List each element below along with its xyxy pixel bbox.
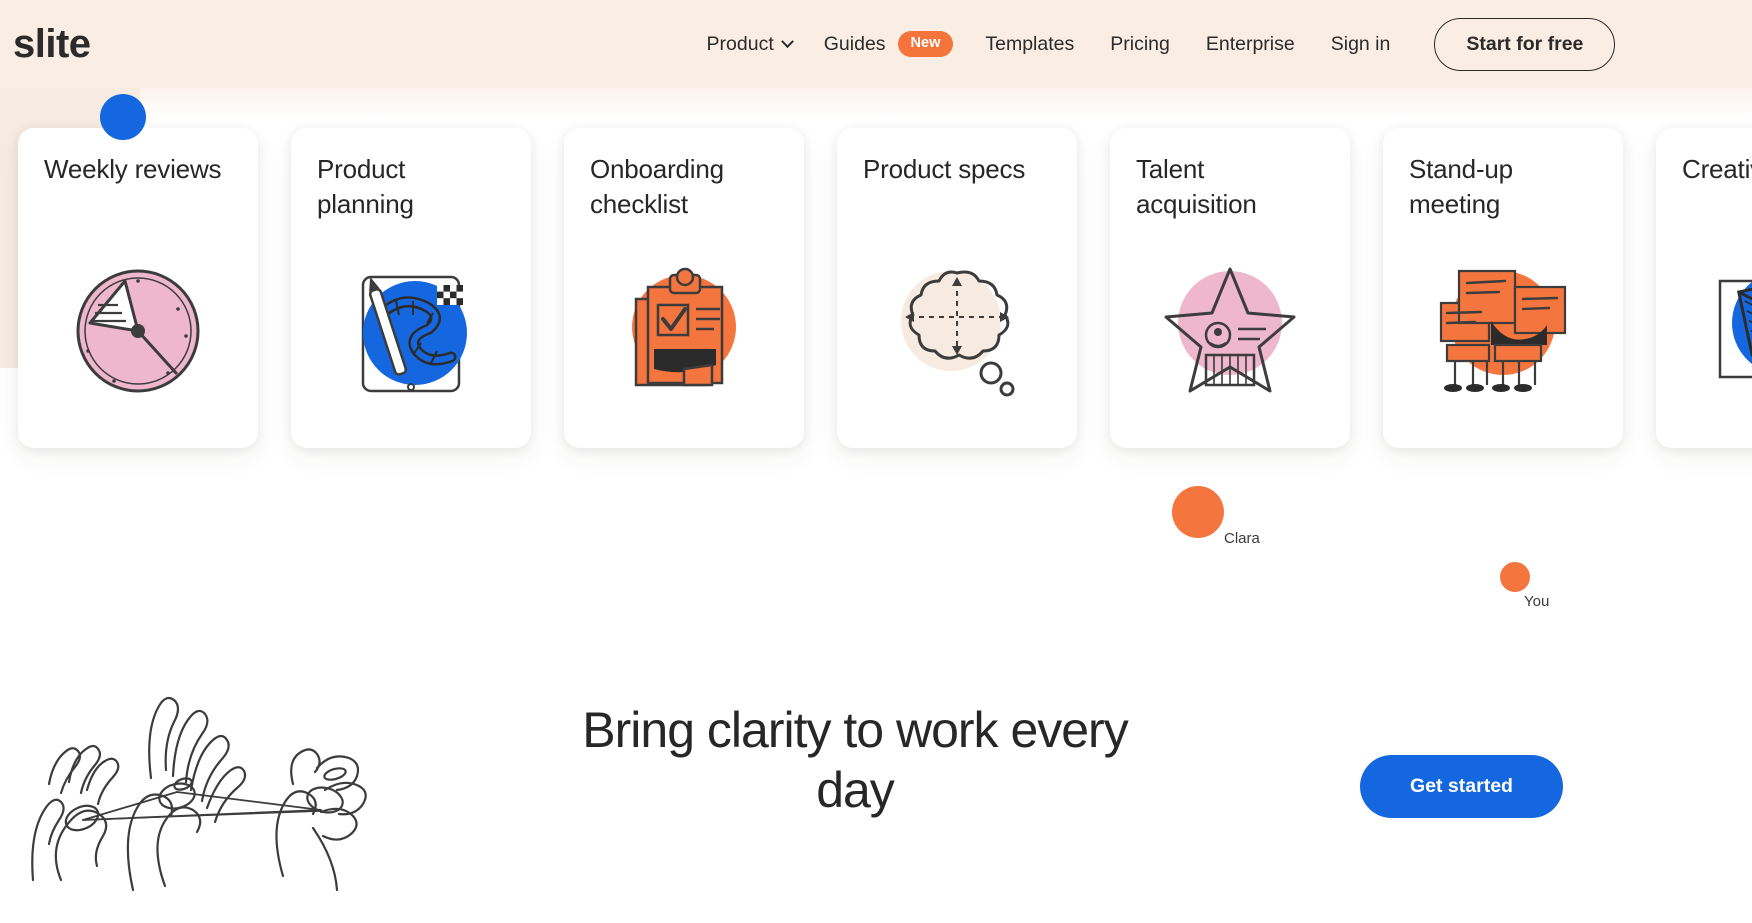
blue-cursor bbox=[100, 94, 146, 140]
nav-item-templates[interactable]: Templates bbox=[967, 33, 1092, 56]
people-papers-illustration bbox=[1383, 256, 1623, 406]
template-card-talent-acquisition[interactable]: Talent acquisition bbox=[1110, 128, 1350, 448]
card-title: Talent acquisition bbox=[1136, 154, 1257, 220]
template-card-standup-meeting[interactable]: Stand-up meeting bbox=[1383, 128, 1623, 448]
nav-item-product-label: Product bbox=[706, 32, 774, 55]
boardgame-illustration bbox=[291, 256, 531, 406]
template-card-weekly-reviews[interactable]: Weekly reviews bbox=[18, 128, 258, 448]
nav-item-product[interactable]: Product bbox=[689, 33, 810, 56]
template-card-product-specs[interactable]: Product specs bbox=[837, 128, 1077, 448]
envelope-illustration bbox=[1656, 256, 1752, 406]
clara-cursor-label: Clara bbox=[1224, 530, 1260, 547]
slite-logo[interactable]: slite bbox=[13, 24, 91, 64]
nav-item-sign-in[interactable]: Sign in bbox=[1313, 33, 1409, 56]
site-header: slite Product Guides New Templates Prici… bbox=[0, 0, 1752, 88]
you-cursor-label: You bbox=[1524, 593, 1550, 610]
clock-illustration bbox=[18, 256, 258, 406]
card-title: Onboarding checklist bbox=[590, 154, 724, 220]
nav-item-guides-label: Guides bbox=[823, 32, 886, 55]
chevron-down-icon bbox=[780, 34, 794, 48]
template-card-onboarding-checklist[interactable]: Onboarding checklist bbox=[564, 128, 804, 448]
hero-headline: Bring clarity to work every day bbox=[540, 700, 1170, 820]
template-card-creative-brief[interactable]: Creative brief bbox=[1656, 128, 1752, 448]
headline-line-1: Bring clarity to work bbox=[582, 702, 998, 758]
main-navigation: Product Guides New Templates Pricing Ent… bbox=[689, 17, 1616, 71]
you-cursor-dot bbox=[1500, 562, 1530, 592]
template-card-product-planning[interactable]: Product planning bbox=[291, 128, 531, 448]
clara-cursor: Clara bbox=[1172, 486, 1260, 547]
card-title: Product planning bbox=[317, 154, 414, 220]
page-root: slite Product Guides New Templates Prici… bbox=[0, 0, 1752, 923]
star-illustration bbox=[1110, 256, 1350, 406]
hands-string-illustration bbox=[25, 680, 375, 905]
card-title: Creative brief bbox=[1682, 154, 1752, 184]
thought-bubble-illustration bbox=[837, 256, 1077, 406]
start-for-free-button[interactable]: Start for free bbox=[1434, 17, 1616, 71]
nav-item-enterprise[interactable]: Enterprise bbox=[1188, 33, 1313, 56]
you-cursor: You bbox=[1500, 562, 1549, 610]
nav-item-guides[interactable]: Guides New bbox=[810, 31, 968, 57]
clipboard-illustration bbox=[564, 256, 804, 406]
clara-cursor-dot bbox=[1172, 486, 1224, 538]
new-badge: New bbox=[897, 31, 954, 57]
nav-item-pricing[interactable]: Pricing bbox=[1092, 33, 1188, 56]
card-title: Stand-up meeting bbox=[1409, 154, 1513, 220]
get-started-button[interactable]: Get started bbox=[1360, 755, 1563, 818]
card-title: Weekly reviews bbox=[44, 154, 222, 184]
template-card-row: Weekly reviews Product planning Onboardi… bbox=[18, 128, 1752, 448]
card-title: Product specs bbox=[863, 154, 1026, 184]
blue-cursor-dot bbox=[100, 94, 146, 140]
